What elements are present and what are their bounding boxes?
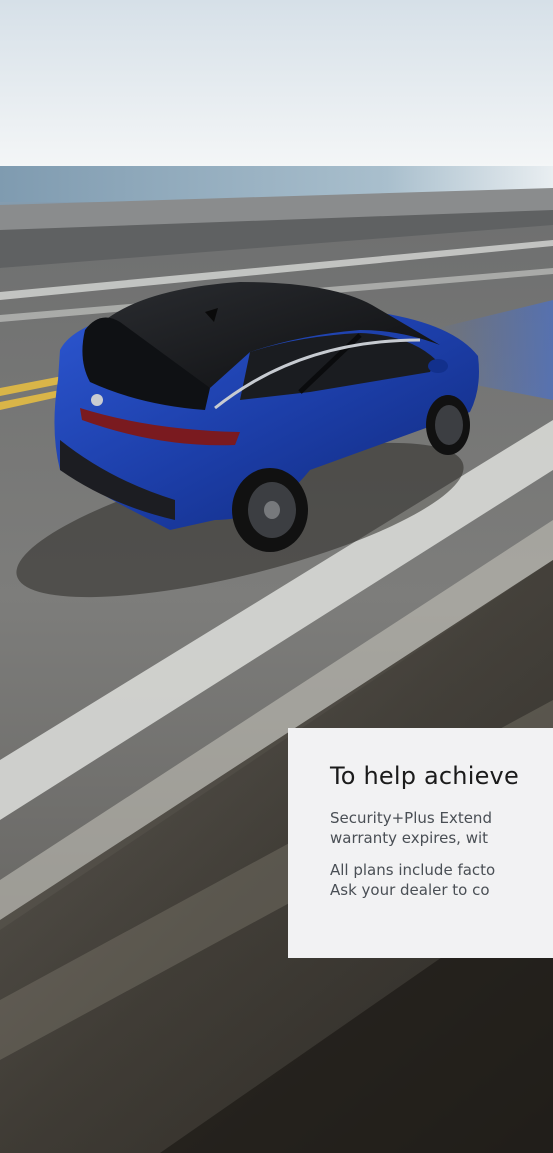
promo-card: To help achieve Security+Plus Extend war…: [288, 728, 553, 958]
promo-paragraph-1: Security+Plus Extend warranty expires, w…: [330, 808, 553, 848]
hero-image: [0, 0, 553, 1153]
brand-logo: [91, 394, 103, 406]
side-mirror: [428, 359, 448, 373]
promo-paragraph-1-line-1: Security+Plus Extend: [330, 809, 492, 827]
promo-title: To help achieve: [330, 762, 519, 790]
hero-scene: [0, 0, 553, 1153]
promo-paragraph-1-line-2: warranty expires, wit: [330, 829, 489, 847]
promo-paragraph-2: All plans include facto Ask your dealer …: [330, 860, 553, 900]
promo-paragraph-2-line-1: All plans include facto: [330, 861, 496, 879]
promo-paragraph-2-line-2: Ask your dealer to co: [330, 881, 490, 899]
sky: [0, 0, 553, 168]
